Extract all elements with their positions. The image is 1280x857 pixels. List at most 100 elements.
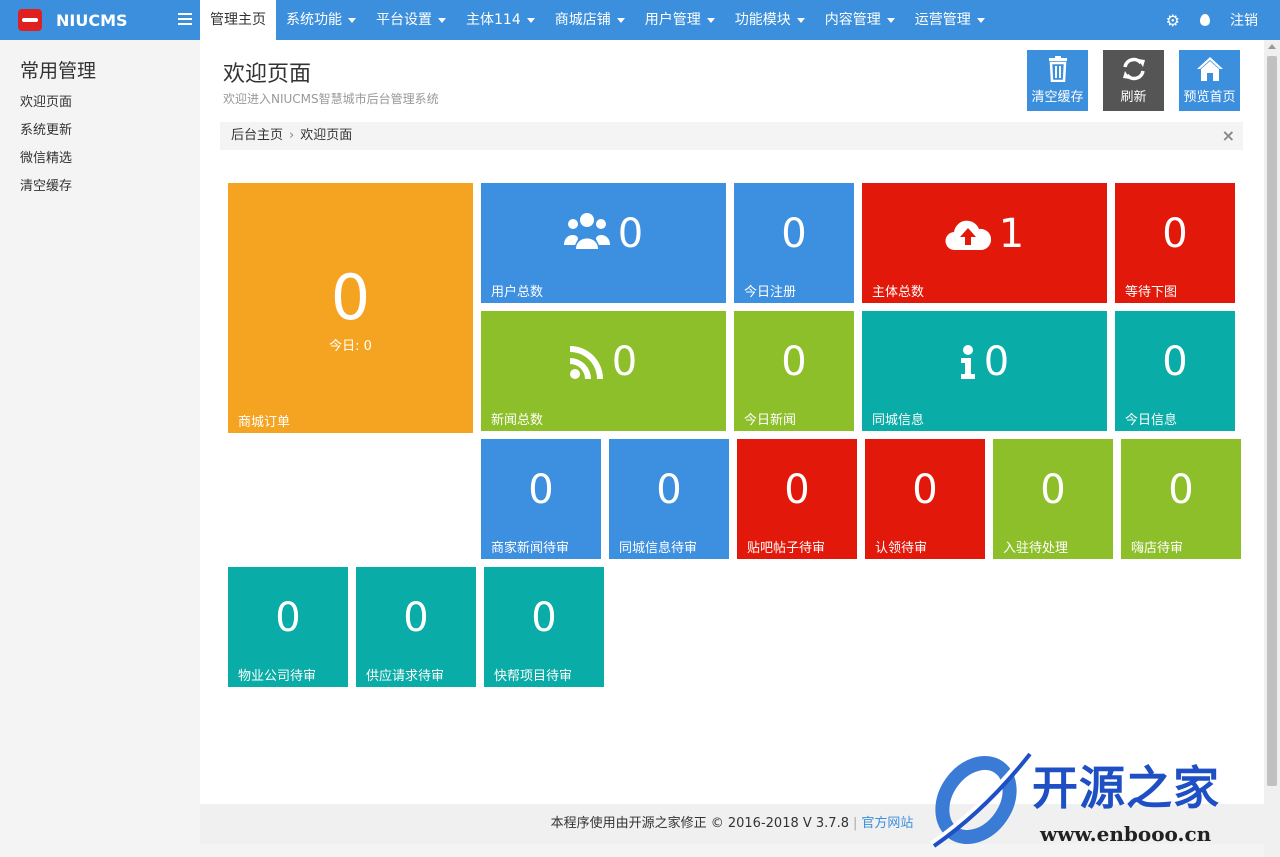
tile-value: 0 bbox=[781, 339, 807, 385]
tile-label: 同城信息待审 bbox=[619, 541, 698, 556]
tile-value: 0 bbox=[528, 467, 554, 513]
chevron-down-icon bbox=[886, 17, 895, 23]
tile-value: 0 bbox=[781, 211, 807, 257]
tile-label: 快帮项目待审 bbox=[494, 669, 573, 684]
tile-property-pending[interactable]: 0 物业公司待审 bbox=[228, 567, 348, 687]
tile-value: 0 bbox=[656, 467, 682, 513]
scroll-thumb[interactable] bbox=[1267, 56, 1277, 786]
tile-value: 0 bbox=[275, 595, 301, 641]
page-scrollbar[interactable] bbox=[1264, 40, 1280, 857]
menu-toggle-icon[interactable] bbox=[178, 13, 192, 25]
sidebar-title: 常用管理 bbox=[20, 60, 97, 82]
theme-drop-icon[interactable] bbox=[1200, 14, 1210, 26]
breadcrumb-current: 欢迎页面 bbox=[300, 128, 353, 143]
tile-label: 物业公司待审 bbox=[238, 669, 317, 684]
breadcrumb-home[interactable]: 后台主页 bbox=[231, 128, 283, 143]
chevron-down-icon bbox=[976, 17, 985, 23]
breadcrumb: 后台主页 › 欢迎页面 × bbox=[220, 122, 1243, 150]
tile-value: 0 bbox=[912, 467, 938, 513]
tile-merchant-news-pending[interactable]: 0 商家新闻待审 bbox=[481, 439, 601, 559]
tile-quickhelp-pending[interactable]: 0 快帮项目待审 bbox=[484, 567, 604, 687]
tile-label: 贴吧帖子待审 bbox=[747, 541, 826, 556]
tile-label: 嗨店待审 bbox=[1131, 541, 1184, 556]
tile-label: 同城信息 bbox=[872, 413, 925, 428]
nav-item-entity114[interactable]: 主体114 bbox=[456, 0, 545, 40]
gear-icon[interactable]: ⚙ bbox=[1166, 11, 1180, 30]
brand-logo-icon bbox=[18, 9, 42, 31]
home-icon bbox=[1179, 56, 1240, 82]
page-subtitle: 欢迎进入NIUCMS智慧城市后台管理系统 bbox=[223, 92, 439, 106]
tile-value: 0 bbox=[1040, 467, 1066, 513]
tile-today-info[interactable]: 0 今日信息 bbox=[1115, 311, 1235, 431]
tile-user-total[interactable]: 0 用户总数 bbox=[481, 183, 726, 303]
tile-party-pending[interactable]: 0 嗨店待审 bbox=[1121, 439, 1241, 559]
refresh-button[interactable]: 刷新 bbox=[1103, 50, 1164, 111]
sidebar-item-welcome[interactable]: 欢迎页面 bbox=[20, 91, 72, 110]
tile-label: 新闻总数 bbox=[491, 413, 544, 428]
nav-item-home[interactable]: 管理主页 bbox=[200, 0, 276, 40]
tile-city-info-pending[interactable]: 0 同城信息待审 bbox=[609, 439, 729, 559]
tile-value: 0 bbox=[611, 339, 638, 385]
top-navbar: NIUCMS 管理主页 系统功能 平台设置 主体114 商城店铺 用户管理 功能… bbox=[0, 0, 1280, 40]
scroll-up-icon[interactable] bbox=[1268, 44, 1276, 49]
tile-join-pending[interactable]: 0 入驻待处理 bbox=[993, 439, 1113, 559]
nav-item-shop[interactable]: 商城店铺 bbox=[545, 0, 635, 40]
close-icon[interactable]: × bbox=[1222, 122, 1235, 150]
brand-name: NIUCMS bbox=[56, 10, 128, 30]
tile-supply-pending[interactable]: 0 供应请求待审 bbox=[356, 567, 476, 687]
tile-pending-image[interactable]: 0 等待下图 bbox=[1115, 183, 1235, 303]
tile-label: 今日信息 bbox=[1125, 413, 1178, 428]
tile-label: 今日注册 bbox=[744, 285, 797, 300]
watermark-url: www.enbooo.cn bbox=[1040, 822, 1212, 846]
tile-today-register[interactable]: 0 今日注册 bbox=[734, 183, 854, 303]
tile-value: 0 bbox=[1168, 467, 1194, 513]
watermark-name: 开源之家 bbox=[1032, 761, 1220, 815]
tile-value: 0 bbox=[330, 261, 371, 334]
tile-city-info[interactable]: 0 同城信息 bbox=[862, 311, 1107, 431]
page-title: 欢迎页面 bbox=[223, 62, 312, 87]
chevron-down-icon bbox=[616, 17, 625, 23]
tile-value: 1 bbox=[998, 211, 1025, 257]
tile-entity-total[interactable]: 1 主体总数 bbox=[862, 183, 1107, 303]
sidebar: 常用管理 欢迎页面 系统更新 微信精选 清空缓存 bbox=[0, 40, 200, 857]
chevron-down-icon bbox=[796, 17, 805, 23]
tile-label: 认领待审 bbox=[875, 541, 928, 556]
tile-value: 0 bbox=[1162, 211, 1188, 257]
main-content: 欢迎页面 欢迎进入NIUCMS智慧城市后台管理系统 清空缓存 刷新 预览首页 后… bbox=[200, 40, 1264, 804]
tile-value: 0 bbox=[1162, 339, 1188, 385]
footer-text: 本程序使用由开源之家修正 © 2016-2018 V 3.7.8 bbox=[550, 816, 849, 831]
tile-value: 0 bbox=[784, 467, 810, 513]
official-site-link[interactable]: 官方网站 bbox=[861, 816, 913, 831]
watermark-logo-icon bbox=[930, 750, 1032, 848]
tile-claim-pending[interactable]: 0 认领待审 bbox=[865, 439, 985, 559]
tile-label: 今日新闻 bbox=[744, 413, 797, 428]
nav-item-system[interactable]: 系统功能 bbox=[276, 0, 366, 40]
brand[interactable]: NIUCMS bbox=[0, 0, 200, 40]
nav-item-platform[interactable]: 平台设置 bbox=[366, 0, 456, 40]
nav-item-operations[interactable]: 运营管理 bbox=[905, 0, 995, 40]
sidebar-item-wechat[interactable]: 微信精选 bbox=[20, 147, 72, 166]
sidebar-item-clear-cache[interactable]: 清空缓存 bbox=[20, 175, 72, 194]
tile-news-total[interactable]: 0 新闻总数 bbox=[481, 311, 726, 431]
tile-label: 主体总数 bbox=[872, 285, 925, 300]
tile-label: 商家新闻待审 bbox=[491, 541, 570, 556]
tile-shop-orders[interactable]: 0 今日: 0 商城订单 bbox=[228, 183, 473, 433]
chevron-down-icon bbox=[348, 17, 356, 23]
nav-item-content[interactable]: 内容管理 bbox=[815, 0, 905, 40]
users-icon bbox=[563, 213, 610, 249]
logout-link[interactable]: 注销 bbox=[1230, 10, 1258, 30]
sidebar-item-update[interactable]: 系统更新 bbox=[20, 119, 72, 138]
tile-post-pending[interactable]: 0 贴吧帖子待审 bbox=[737, 439, 857, 559]
breadcrumb-separator: › bbox=[289, 128, 295, 143]
tile-value: 0 bbox=[403, 595, 429, 641]
clear-cache-button[interactable]: 清空缓存 bbox=[1027, 50, 1088, 111]
tile-today: 今日: 0 bbox=[329, 339, 372, 354]
tile-value: 0 bbox=[531, 595, 557, 641]
nav-item-modules[interactable]: 功能模块 bbox=[725, 0, 815, 40]
tile-label: 入驻待处理 bbox=[1003, 541, 1069, 556]
nav-item-users[interactable]: 用户管理 bbox=[635, 0, 725, 40]
tile-today-news[interactable]: 0 今日新闻 bbox=[734, 311, 854, 431]
cloud-upload-icon bbox=[945, 220, 991, 251]
top-right-actions: ⚙ 注销 bbox=[1146, 0, 1258, 40]
preview-home-button[interactable]: 预览首页 bbox=[1179, 50, 1240, 111]
